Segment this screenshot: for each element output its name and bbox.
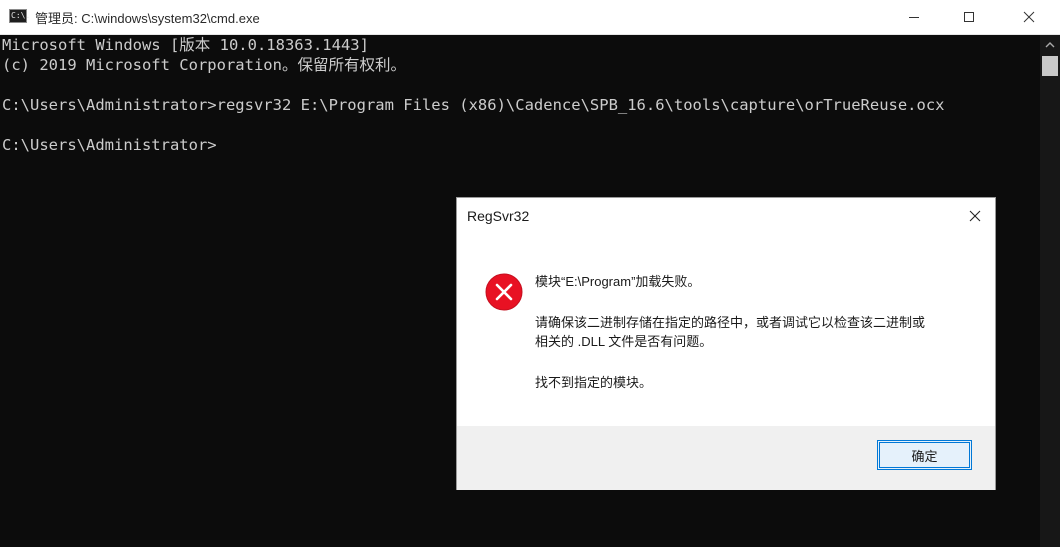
vertical-scrollbar[interactable]: [1040, 35, 1060, 547]
console-line: C:\Users\Administrator>regsvr32 E:\Progr…: [2, 96, 945, 114]
console-line: Microsoft Windows [版本 10.0.18363.1443]: [2, 36, 369, 54]
error-message-detail-2: 相关的 .DLL 文件是否有问题。: [535, 334, 713, 349]
close-button[interactable]: [1006, 0, 1052, 34]
cmd-app-icon[interactable]: C:\.: [9, 9, 30, 23]
ok-button[interactable]: 确定: [877, 440, 972, 470]
regsvr32-dialog: RegSvr32 模块“E:\Program”加载失败。 请确保该二进制存储在指…: [456, 197, 996, 490]
maximize-icon: [964, 12, 974, 22]
close-icon: [1023, 11, 1035, 23]
error-message-reason: 找不到指定的模块。: [535, 375, 653, 390]
dialog-title: RegSvr32: [467, 208, 530, 224]
chevron-up-icon: [1045, 42, 1055, 48]
scroll-up-button[interactable]: [1040, 35, 1060, 55]
minimize-icon: [909, 17, 919, 18]
console-line: (c) 2019 Microsoft Corporation。保留所有权利。: [2, 56, 406, 74]
window-title: 管理员: C:\windows\system32\cmd.exe: [35, 11, 260, 26]
close-icon: [969, 210, 981, 222]
error-icon: [485, 273, 523, 311]
minimize-button[interactable]: [891, 0, 937, 34]
dialog-footer: 确定: [457, 426, 995, 490]
error-message-title: 模块“E:\Program”加载失败。: [535, 274, 701, 289]
maximize-button[interactable]: [946, 0, 992, 34]
title-bar[interactable]: C:\. 管理员: C:\windows\system32\cmd.exe: [0, 0, 1060, 35]
scrollbar-thumb[interactable]: [1042, 56, 1058, 76]
console-prompt: C:\Users\Administrator>: [2, 136, 217, 154]
dialog-close-button[interactable]: [961, 204, 989, 228]
error-message-detail-1: 请确保该二进制存储在指定的路径中，或者调试它以检查该二进制或: [535, 315, 926, 330]
